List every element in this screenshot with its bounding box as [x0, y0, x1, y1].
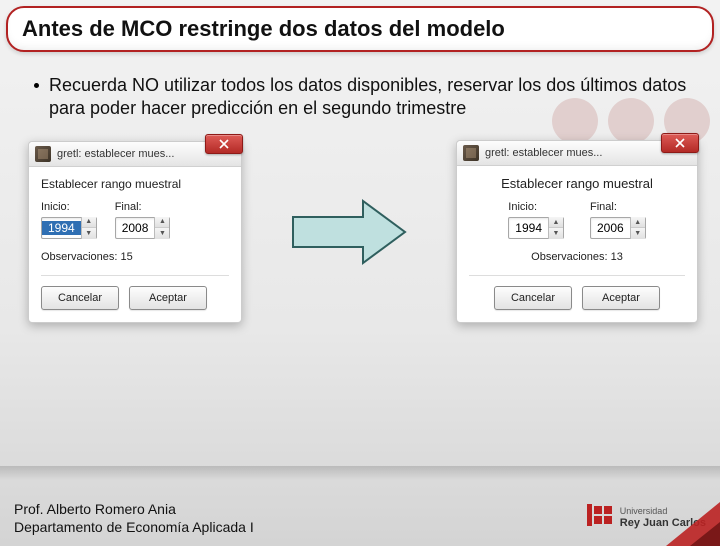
dialog-row: gretl: establecer mues... Establecer ran…	[18, 140, 702, 323]
start-value: 1994	[42, 221, 81, 235]
chevron-up-icon[interactable]: ▲	[631, 217, 645, 228]
accept-button[interactable]: Aceptar	[129, 286, 207, 310]
bullet-item: Recuerda NO utilizar todos los datos dis…	[34, 74, 696, 120]
start-value: 1994	[509, 221, 548, 235]
separator	[41, 275, 229, 276]
spinner-buttons[interactable]: ▲▼	[81, 217, 96, 239]
sample-range-dialog-after: gretl: establecer mues... Establecer ran…	[456, 140, 698, 323]
start-label: Inicio:	[508, 201, 564, 213]
logo-mark-icon	[584, 504, 612, 532]
bullet-icon	[34, 83, 39, 88]
arrow	[285, 195, 413, 269]
slide-content: Recuerda NO utilizar todos los datos dis…	[0, 52, 720, 323]
shadow-strip	[0, 466, 720, 480]
observations-text: Observaciones: 15	[41, 251, 229, 263]
cancel-button[interactable]: Cancelar	[494, 286, 572, 310]
end-label: Final:	[115, 201, 171, 213]
dialog-heading: Establecer rango muestral	[469, 176, 685, 191]
close-button[interactable]	[205, 134, 243, 154]
sample-range-dialog-before: gretl: establecer mues... Establecer ran…	[28, 141, 242, 323]
end-label: Final:	[590, 201, 646, 213]
end-spinner[interactable]: 2006 ▲▼	[590, 217, 646, 239]
corner-triangle-icon	[690, 522, 720, 546]
arrow-icon	[289, 195, 409, 269]
start-field: Inicio: 1994 ▲▼	[508, 201, 564, 239]
end-field: Final: 2006 ▲▼	[590, 201, 646, 239]
dialog-body: Establecer rango muestral Inicio: 1994 ▲…	[29, 167, 241, 322]
slide-title: Antes de MCO restringe dos datos del mod…	[22, 16, 698, 42]
start-field: Inicio: 1994 ▲▼	[41, 201, 97, 239]
spinner-buttons[interactable]: ▲▼	[630, 217, 645, 239]
separator	[469, 275, 685, 276]
app-icon	[35, 146, 51, 162]
titlebar: gretl: establecer mues...	[29, 142, 241, 167]
footer-author: Prof. Alberto Romero Ania Departamento d…	[14, 500, 254, 536]
chevron-down-icon[interactable]: ▼	[155, 228, 169, 239]
author-name: Prof. Alberto Romero Ania	[14, 500, 254, 518]
close-icon	[219, 139, 229, 149]
cancel-button[interactable]: Cancelar	[41, 286, 119, 310]
close-button[interactable]	[661, 133, 699, 153]
start-label: Inicio:	[41, 201, 97, 213]
chevron-up-icon[interactable]: ▲	[549, 217, 563, 228]
end-value: 2008	[116, 221, 155, 235]
close-icon	[675, 138, 685, 148]
end-spinner[interactable]: 2008 ▲▼	[115, 217, 171, 239]
start-spinner[interactable]: 1994 ▲▼	[508, 217, 564, 239]
dialog-heading: Establecer rango muestral	[41, 177, 229, 191]
chevron-down-icon[interactable]: ▼	[549, 228, 563, 239]
end-field: Final: 2008 ▲▼	[115, 201, 171, 239]
observations-text: Observaciones: 13	[469, 251, 685, 263]
chevron-down-icon[interactable]: ▼	[82, 228, 96, 239]
bullet-text: Recuerda NO utilizar todos los datos dis…	[49, 74, 696, 120]
author-dept: Departamento de Economía Aplicada I	[14, 518, 254, 536]
start-spinner[interactable]: 1994 ▲▼	[41, 217, 97, 239]
window-title: gretl: establecer mues...	[57, 148, 174, 160]
spinner-buttons[interactable]: ▲▼	[154, 217, 169, 239]
end-value: 2006	[591, 221, 630, 235]
chevron-down-icon[interactable]: ▼	[631, 228, 645, 239]
titlebar: gretl: establecer mues...	[457, 141, 697, 166]
chevron-up-icon[interactable]: ▲	[82, 217, 96, 228]
chevron-up-icon[interactable]: ▲	[155, 217, 169, 228]
slide-title-banner: Antes de MCO restringe dos datos del mod…	[6, 6, 714, 52]
app-icon	[463, 145, 479, 161]
footer: Prof. Alberto Romero Ania Departamento d…	[0, 494, 720, 546]
spinner-buttons[interactable]: ▲▼	[548, 217, 563, 239]
dialog-body: Establecer rango muestral Inicio: 1994 ▲…	[457, 166, 697, 322]
accept-button[interactable]: Aceptar	[582, 286, 660, 310]
window-title: gretl: establecer mues...	[485, 147, 602, 159]
